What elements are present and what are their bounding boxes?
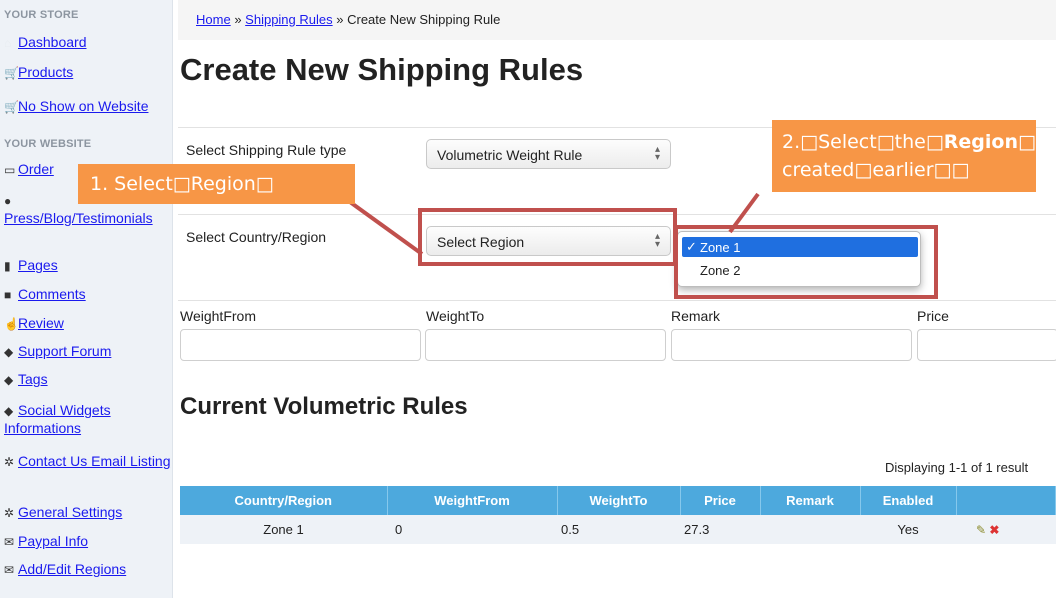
cell-weight-to: 0.5	[557, 515, 680, 544]
gear-icon: ✲	[4, 506, 15, 520]
sidebar-header-store: YOUR STORE	[4, 9, 79, 21]
sidebar-item-label: Review	[18, 315, 64, 331]
breadcrumb-home-link[interactable]: Home	[196, 12, 231, 27]
select-arrows-icon: ▴ ▾	[654, 144, 660, 163]
col-header-country: Country/Region	[180, 486, 388, 515]
sidebar-item-label: General Settings	[18, 504, 123, 520]
col-header-actions	[956, 486, 1056, 515]
sidebar-item-label: Press/Blog/Testimonials	[4, 210, 153, 226]
callout-step2-text-a: 2.□Select□the□	[782, 131, 944, 153]
col-header-enabled: Enabled	[860, 486, 957, 515]
table-row: Zone 1 0 0.5 27.3 Yes ✎ ✖	[180, 515, 1056, 544]
col-header-price: Price	[680, 486, 761, 515]
current-rules-title: Current Volumetric Rules	[180, 393, 468, 420]
sidebar-item-support-forum[interactable]: ◆ Support Forum	[4, 343, 172, 361]
col-header-weight-to: WeightTo	[557, 486, 681, 515]
sidebar-item-products[interactable]: 🛒Products	[4, 64, 172, 82]
cell-enabled: Yes	[860, 515, 956, 544]
user-icon: ●	[4, 194, 12, 208]
dropdown-highlight	[674, 225, 938, 299]
col-header-remark: Remark	[760, 486, 861, 515]
sidebar-item-paypal-info[interactable]: ✉ Paypal Info	[4, 533, 172, 551]
sidebar-item-no-show[interactable]: 🛒No Show on Website	[4, 98, 172, 116]
sidebar-item-label: Support Forum	[18, 343, 112, 359]
breadcrumb-separator: »	[234, 12, 242, 27]
page-title: Create New Shipping Rules	[180, 52, 584, 87]
home-icon: ⌂	[4, 36, 12, 50]
sidebar-item-review[interactable]: ☝Review	[4, 315, 172, 333]
select-region-highlight	[418, 208, 677, 266]
callout-step2-bold: Region	[943, 131, 1018, 153]
callout-step1-text: 1. Select□Region□	[90, 173, 274, 195]
sidebar-item-pages[interactable]: ▮ Pages	[4, 257, 172, 275]
envelope-icon: ✉	[4, 563, 15, 577]
sidebar-item-label: Comments	[18, 286, 86, 302]
sidebar-item-label: Add/Edit Regions	[18, 561, 127, 577]
sidebar-item-label: Pages	[18, 257, 58, 273]
sidebar-item-label: Products	[18, 64, 74, 80]
results-count: Displaying 1-1 of 1 result	[885, 460, 1029, 475]
cell-price: 27.3	[680, 515, 760, 544]
country-label: Select Country/Region	[186, 229, 327, 245]
sidebar-item-contact-us[interactable]: ✲ Contact Us Email Listing	[4, 453, 172, 471]
breadcrumb: Home » Shipping Rules » Create New Shipp…	[196, 12, 500, 27]
callout-step2: 2.□Select□the□Region□ created□earlier□□	[772, 120, 1036, 192]
callout-step2-text-c: □	[1018, 131, 1036, 153]
tag-icon: ◆	[4, 373, 14, 387]
weight-to-input[interactable]	[425, 329, 666, 361]
delete-x-icon[interactable]: ✖	[989, 523, 999, 537]
comment-icon: ■	[4, 288, 12, 302]
tag-icon: ◆	[4, 404, 14, 418]
remark-input[interactable]	[671, 329, 912, 361]
cell-remark	[760, 515, 860, 544]
sidebar-item-general-settings[interactable]: ✲ General Settings	[4, 504, 172, 522]
callout-step1: 1. Select□Region□	[78, 164, 355, 204]
breadcrumb-separator: »	[336, 12, 344, 27]
cell-country: Zone 1	[180, 515, 387, 544]
sidebar-item-label: Social Widgets Informations	[4, 402, 111, 436]
price-label: Price	[917, 308, 949, 324]
weight-from-label: WeightFrom	[180, 308, 256, 324]
file-icon: ▮	[4, 259, 11, 273]
divider	[178, 300, 1056, 301]
cell-actions: ✎ ✖	[956, 515, 1056, 544]
sidebar-item-social-widgets[interactable]: ◆ Social Widgets Informations	[4, 402, 172, 437]
sidebar-item-tags[interactable]: ◆ Tags	[4, 371, 172, 389]
tag-icon: ◆	[4, 345, 14, 359]
weight-to-label: WeightTo	[426, 308, 485, 324]
gear-icon: ✲	[4, 455, 15, 469]
envelope-icon: ✉	[4, 535, 15, 549]
rules-table: Country/Region WeightFrom WeightTo Price…	[180, 486, 1056, 544]
col-header-weight-from: WeightFrom	[387, 486, 558, 515]
rule-type-value: Volumetric Weight Rule	[437, 147, 583, 163]
price-input[interactable]	[917, 329, 1056, 361]
cart-icon: 🛒	[4, 66, 19, 80]
sidebar-item-dashboard[interactable]: ⌂ Dashboard	[4, 34, 172, 52]
edit-pencil-icon[interactable]: ✎	[976, 523, 986, 537]
sidebar-item-label: Tags	[18, 371, 48, 387]
breadcrumb-current: Create New Shipping Rule	[347, 12, 501, 27]
sidebar-header-website: YOUR WEBSITE	[4, 138, 92, 150]
sidebar-item-label: Dashboard	[18, 34, 87, 50]
rule-type-select[interactable]: Volumetric Weight Rule ▴ ▾	[426, 139, 671, 169]
cell-weight-from: 0	[387, 515, 557, 544]
breadcrumb-bar: Home » Shipping Rules » Create New Shipp…	[178, 0, 1056, 40]
callout-step2-text-line2: created□earlier□□	[782, 159, 970, 181]
weight-from-input[interactable]	[180, 329, 421, 361]
sidebar-item-label: No Show on Website	[18, 98, 149, 114]
sidebar-item-comments[interactable]: ■ Comments	[4, 286, 172, 304]
remark-label: Remark	[671, 308, 721, 324]
table-header-row: Country/Region WeightFrom WeightTo Price…	[180, 486, 1056, 515]
thumbs-up-icon: ☝	[4, 317, 19, 331]
connector-line-step1	[348, 200, 424, 256]
sidebar-item-label: Order	[18, 161, 54, 177]
sidebar-item-regions[interactable]: ✉ Add/Edit Regions	[4, 561, 172, 579]
cart-icon: 🛒	[4, 100, 19, 114]
inbox-icon: ▭	[4, 163, 16, 177]
sidebar-item-label: Contact Us Email Listing	[18, 453, 171, 469]
rule-type-label: Select Shipping Rule type	[186, 142, 347, 158]
breadcrumb-shipping-rules-link[interactable]: Shipping Rules	[245, 12, 332, 27]
sidebar: YOUR STORE ⌂ Dashboard 🛒Products 🛒No Show…	[0, 0, 173, 598]
sidebar-item-label: Paypal Info	[18, 533, 89, 549]
